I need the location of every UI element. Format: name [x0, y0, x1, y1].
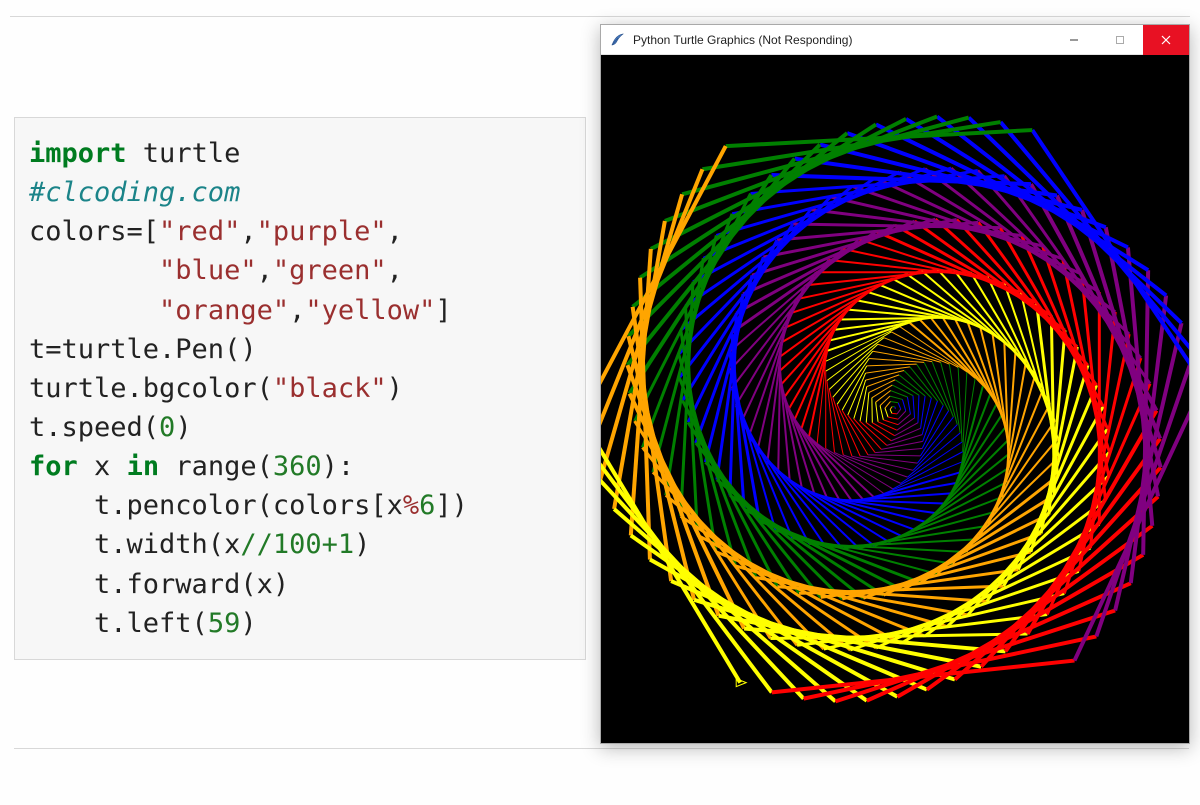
code-token: 100 [273, 529, 322, 560]
code-editor: import turtle #clcoding.com colors=["red… [14, 117, 586, 660]
bottom-divider [14, 748, 1189, 749]
code-token: "blue" [159, 255, 257, 286]
code-token: "green" [273, 255, 387, 286]
code-token: "red" [159, 216, 240, 247]
code-token: t.left( [29, 608, 208, 639]
close-button[interactable] [1143, 25, 1189, 55]
code-token: colors=[ [29, 216, 159, 247]
code-token: 1 [338, 529, 354, 560]
code-token: 6 [419, 490, 435, 521]
code-token: ) [354, 529, 370, 560]
code-token: ] [435, 295, 451, 326]
code-token: t.width(x [29, 529, 240, 560]
code-token: , [240, 216, 256, 247]
code-token [29, 255, 159, 286]
code-token: "black" [273, 373, 387, 404]
code-token: ]) [435, 490, 468, 521]
minimize-button[interactable] [1051, 25, 1097, 55]
code-token: range( [159, 451, 273, 482]
code-token: ) [240, 608, 256, 639]
code-token: , [257, 255, 273, 286]
code-token: #clcoding.com [29, 177, 240, 208]
feather-icon [609, 32, 625, 48]
code-token: // [240, 529, 273, 560]
code-token: t.speed( [29, 412, 159, 443]
code-token: turtle.bgcolor( [29, 373, 273, 404]
code-token: "orange" [159, 295, 289, 326]
code-token: t=turtle.Pen() [29, 334, 257, 365]
turtle-graphics-window: Python Turtle Graphics (Not Responding) [600, 24, 1190, 744]
code-token: + [322, 529, 338, 560]
turtle-canvas [601, 55, 1189, 743]
code-token: 360 [273, 451, 322, 482]
window-titlebar[interactable]: Python Turtle Graphics (Not Responding) [601, 25, 1189, 55]
top-divider [10, 16, 1190, 17]
code-token: for [29, 451, 78, 482]
code-token: , [289, 295, 305, 326]
code-token: , [387, 255, 403, 286]
window-title: Python Turtle Graphics (Not Responding) [633, 33, 1051, 47]
code-token: import [29, 138, 127, 169]
code-token: ): [322, 451, 355, 482]
code-token: in [127, 451, 160, 482]
code-token: turtle [127, 138, 241, 169]
code-token: 0 [159, 412, 175, 443]
code-token: 59 [208, 608, 241, 639]
maximize-button[interactable] [1097, 25, 1143, 55]
code-token: ) [387, 373, 403, 404]
code-token: % [403, 490, 419, 521]
code-token: , [387, 216, 403, 247]
code-token: x [78, 451, 127, 482]
code-token [29, 295, 159, 326]
code-token: t.pencolor(colors[x [29, 490, 403, 521]
code-token: "yellow" [305, 295, 435, 326]
code-token: t.forward(x) [29, 569, 289, 600]
code-token: "purple" [257, 216, 387, 247]
code-token: ) [175, 412, 191, 443]
